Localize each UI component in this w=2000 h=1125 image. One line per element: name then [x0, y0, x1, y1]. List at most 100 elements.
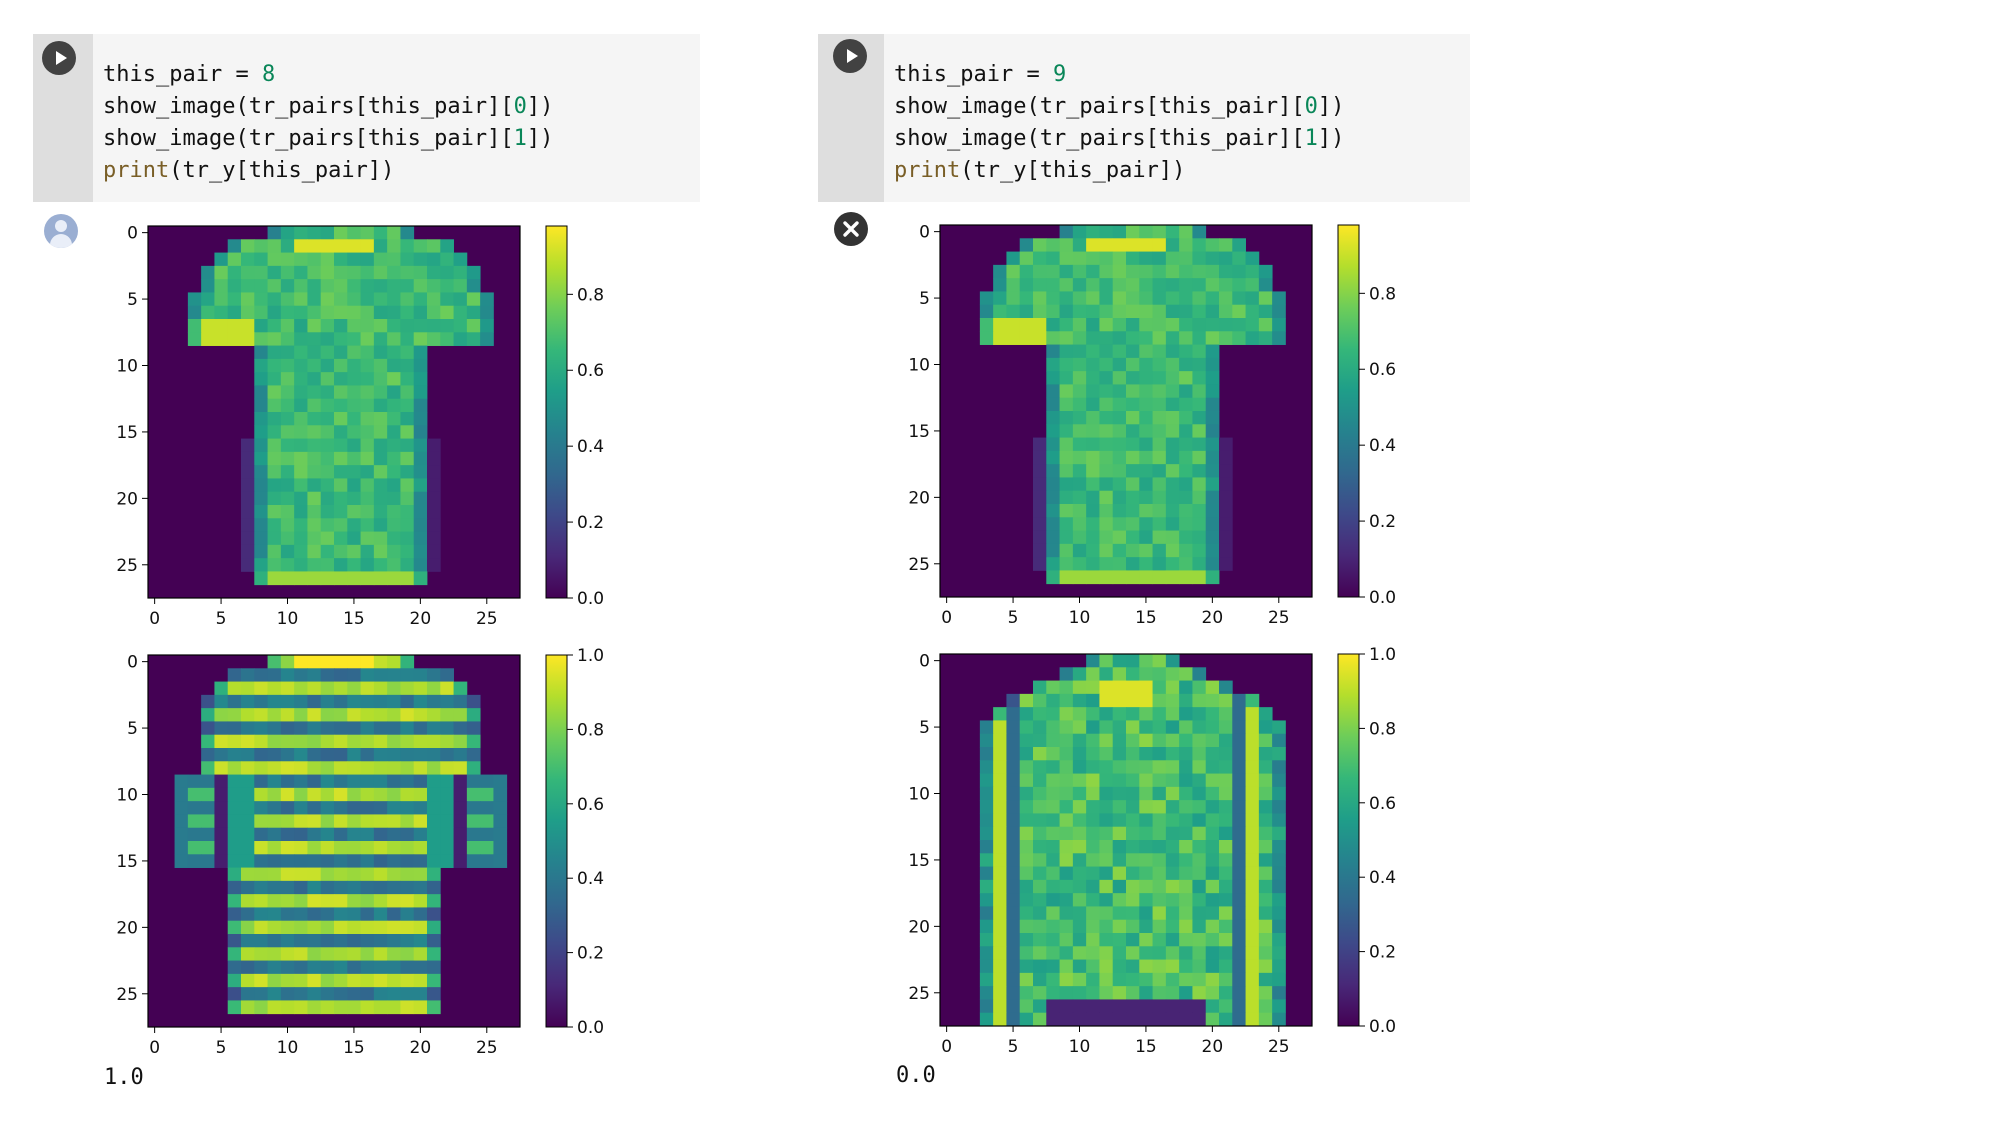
run-cell-button[interactable]: [42, 41, 76, 75]
image-pixel: [1112, 747, 1127, 761]
image-pixel: [360, 841, 375, 855]
code-editor[interactable]: this_pair = 8 show_image(tr_pairs[this_pa…: [93, 34, 553, 202]
image-pixel: [334, 412, 348, 426]
image-pixel: [1179, 999, 1193, 1014]
image-pixel: [480, 332, 494, 346]
image-pixel: [307, 372, 322, 386]
image-pixel: [1165, 972, 1180, 987]
image-pixel: [1086, 959, 1100, 974]
image-pixel: [294, 734, 308, 749]
image-pixel: [214, 854, 229, 868]
image-pixel: [427, 987, 441, 1001]
image-pixel: [1272, 826, 1286, 841]
image-pixel: [1086, 667, 1100, 681]
run-cell-button[interactable]: [833, 39, 867, 73]
user-avatar-icon: [44, 214, 78, 248]
image-pixel: [1072, 760, 1087, 774]
image-pixel: [1126, 437, 1140, 452]
image-pixel: [294, 239, 308, 253]
image-pixel: [307, 412, 322, 426]
image-pixel: [1272, 972, 1286, 987]
image-pixel: [1245, 760, 1260, 774]
image-pixel: [453, 761, 468, 775]
image-pixel: [1086, 304, 1100, 319]
image-pixel: [1019, 786, 1034, 801]
image-pixel: [993, 331, 1007, 345]
image-pixel: [254, 385, 268, 400]
image-pixel: [1152, 371, 1167, 385]
image-pixel: [979, 760, 994, 774]
image-plot-1b: 0 5 10 15 20 2505101520250.00.20.40.60.81.0: [116, 647, 604, 1058]
image-pixel: [254, 491, 268, 506]
image-pixel: [427, 748, 441, 762]
image-pixel: [1072, 517, 1087, 531]
image-pixel: [347, 305, 361, 320]
image-pixel: [993, 1012, 1007, 1027]
image-pixel: [1126, 477, 1140, 492]
image-pixel: [201, 854, 215, 868]
image-pixel: [1059, 760, 1074, 774]
image-pixel: [1179, 530, 1193, 545]
image-pixel: [1139, 411, 1153, 425]
image-pixel: [1272, 800, 1286, 814]
image-pixel: [1033, 707, 1047, 721]
x-tick-label: 10: [1069, 1037, 1091, 1057]
image-pixel: [1272, 853, 1286, 867]
image-pixel: [320, 880, 335, 895]
x-tick-label: 0: [149, 609, 160, 629]
image-pixel: [480, 814, 494, 829]
image-pixel: [227, 694, 242, 709]
image-pixel: [320, 708, 335, 722]
image-pixel: [201, 787, 215, 802]
image-pixel: [1152, 999, 1167, 1014]
image-pixel: [1059, 278, 1074, 292]
image-pixel: [1099, 278, 1114, 292]
image-pixel: [1205, 972, 1220, 987]
image-pixel: [413, 319, 428, 333]
image-pixel: [227, 774, 242, 789]
image-pixel: [294, 947, 308, 961]
image-pixel: [1046, 946, 1060, 960]
image-pixel: [1205, 304, 1220, 319]
image-pixel: [320, 518, 335, 532]
image-pixel: [1019, 866, 1034, 881]
image-pixel: [1099, 946, 1114, 960]
image-pixel: [1205, 357, 1220, 372]
image-pixel: [1059, 786, 1074, 801]
image-pixel: [187, 854, 202, 868]
image-pixel: [1006, 278, 1021, 292]
image-pixel: [334, 681, 348, 696]
image-pixel: [280, 774, 295, 789]
image-pixel: [1165, 331, 1180, 345]
image-pixel: [1072, 866, 1087, 881]
error-x-icon[interactable]: [834, 212, 868, 246]
y-tick-label: 20: [908, 917, 930, 937]
image-pixel: [1139, 840, 1153, 854]
image-pixel: [1112, 437, 1127, 452]
image-pixel: [1139, 693, 1153, 708]
image-pixel: [373, 465, 388, 479]
x-tick-label: 20: [1202, 608, 1224, 628]
code-editor[interactable]: this_pair = 9 show_image(tr_pairs[this_pa…: [884, 34, 1344, 202]
image-pixel: [254, 960, 268, 975]
image-pixel: [294, 398, 308, 413]
image-pixel: [1072, 933, 1087, 947]
image-pixel: [1192, 238, 1207, 252]
image-pixel: [1179, 866, 1193, 881]
image-pixel: [387, 854, 401, 868]
image-pixel: [280, 827, 295, 842]
image-pixel: [1165, 251, 1180, 266]
image-pixel: [1205, 946, 1220, 960]
image-pixel: [1086, 557, 1100, 571]
cell-gutter: [818, 34, 884, 202]
image-pixel: [360, 491, 375, 506]
image-pixel: [1152, 557, 1167, 571]
colorbar-tick-label: 0.4: [577, 437, 604, 457]
image-pixel: [1112, 304, 1127, 319]
image-pixel: [320, 558, 335, 572]
image-pixel: [373, 398, 388, 413]
image-pixel: [280, 920, 295, 935]
image-pixel: [1258, 278, 1273, 292]
image-pixel: [1019, 747, 1034, 761]
image-pixel: [1033, 530, 1047, 545]
